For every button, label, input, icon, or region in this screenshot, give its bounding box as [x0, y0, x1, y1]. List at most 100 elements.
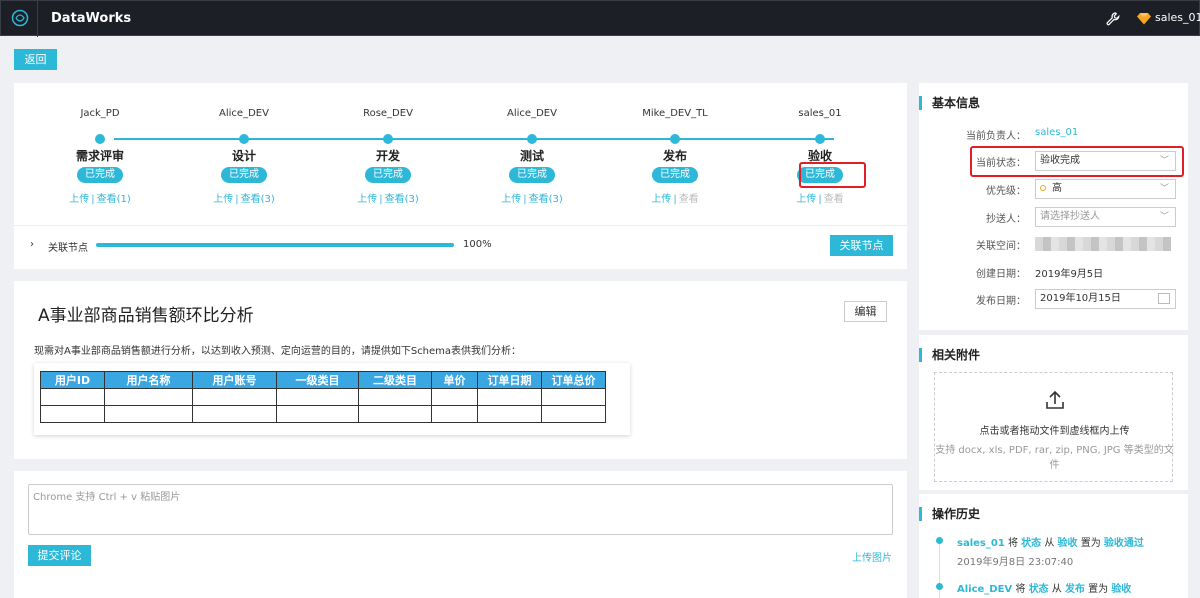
schema-column-header: 用户名称 — [104, 371, 193, 389]
view-link[interactable]: 查看(1) — [97, 194, 131, 205]
table-cell — [104, 388, 193, 406]
view-link[interactable]: 查看(3) — [385, 194, 419, 205]
history-to: 验收 — [1111, 584, 1132, 595]
link-separator: | — [91, 194, 95, 205]
top-bar: DataWorks sales_01 — [0, 0, 1200, 37]
top-divider — [37, 1, 38, 37]
chevron-right-icon[interactable]: › — [30, 239, 34, 250]
upload-link[interactable]: 上传 — [501, 194, 521, 205]
workflow-line — [114, 138, 834, 140]
step-status-badge: 已完成 — [509, 167, 555, 183]
view-link[interactable]: 查看 — [679, 194, 699, 205]
table-cell — [358, 405, 432, 423]
history-time: 2019年9月8日 23:07:40 — [957, 557, 1074, 568]
cc-select[interactable]: 请选择抄送人 ﹀ — [1035, 207, 1176, 227]
history-field: 状态 — [1021, 538, 1042, 549]
table-row — [40, 405, 606, 423]
step-links: 上传 | 查看 — [765, 190, 875, 205]
step-owner: sales_01 — [798, 108, 842, 119]
chevron-down-icon: ﹀ — [1159, 212, 1169, 222]
step-links: 上传 | 查看(3) — [477, 190, 587, 205]
dataworks-logo-icon[interactable] — [11, 9, 29, 27]
table-cell — [431, 388, 478, 406]
back-button[interactable]: 返回 — [14, 49, 57, 70]
step-dot — [670, 134, 680, 144]
annotation-highlight — [970, 146, 1184, 177]
step-owner: Mike_DEV_TL — [642, 108, 708, 119]
upload-link[interactable]: 上传 — [357, 194, 377, 205]
chevron-down-icon: ﹀ — [1159, 184, 1169, 194]
submit-comment-button[interactable]: 提交评论 — [28, 545, 91, 566]
view-link[interactable]: 查看(3) — [241, 194, 275, 205]
history-user[interactable]: sales_01 — [957, 538, 1005, 549]
schema-column-header: 订单日期 — [477, 371, 542, 389]
step-status-badge: 已完成 — [77, 167, 123, 183]
table-cell — [276, 388, 359, 406]
created-value: 2019年9月5日 — [1035, 269, 1104, 280]
upload-dropzone[interactable]: 点击或者拖动文件到虚线框内上传 支持 docx, xls, PDF, rar, … — [934, 372, 1174, 482]
owner-label: 当前负责人： — [966, 131, 1026, 142]
table-cell — [541, 405, 606, 423]
comment-input[interactable]: Chrome 支持 Ctrl + v 粘贴图片 — [28, 484, 893, 535]
table-cell — [541, 388, 606, 406]
history-word: 置为 — [1088, 584, 1109, 595]
history-text: sales_01 将 状态 从 验收 置为 验收通过 — [957, 534, 1144, 549]
table-cell — [104, 405, 193, 423]
link-separator: | — [379, 194, 383, 205]
edit-button[interactable]: 编辑 — [844, 301, 887, 322]
step-dot — [527, 134, 537, 144]
step-owner: Rose_DEV — [363, 108, 413, 119]
step-links: 上传 | 查看(3) — [189, 190, 299, 205]
step-status-badge: 已完成 — [652, 167, 698, 183]
attachments-title: 相关附件 — [919, 348, 980, 362]
dropzone-subtext: 支持 docx, xls, PDF, rar, zip, PNG, JPG 等类… — [935, 445, 1174, 471]
view-link[interactable]: 查看 — [824, 194, 844, 205]
upload-image-link[interactable]: 上传图片 — [852, 549, 892, 564]
cc-placeholder: 请选择抄送人 — [1040, 211, 1100, 222]
upload-link[interactable]: 上传 — [213, 194, 233, 205]
priority-value: 高 — [1052, 183, 1062, 194]
basic-info-card: 基本信息 当前负责人： sales_01 当前状态： 验收完成 ﹀ 优先级： 高… — [919, 83, 1188, 330]
basic-info-title: 基本信息 — [919, 96, 980, 110]
schema-column-header: 二级类目 — [358, 371, 432, 389]
priority-select[interactable]: 高 ﹀ — [1035, 179, 1176, 199]
link-separator: | — [818, 194, 822, 205]
progress-bar — [96, 243, 454, 247]
step-links: 上传 | 查看(3) — [333, 190, 443, 205]
related-nodes-button[interactable]: 关联节点 — [830, 235, 893, 256]
history-from: 发布 — [1064, 584, 1085, 595]
step-name: 开发 — [375, 149, 400, 163]
upload-link[interactable]: 上传 — [651, 194, 671, 205]
release-value: 2019年10月15日 — [1040, 293, 1121, 304]
step-dot — [383, 134, 393, 144]
upload-link[interactable]: 上传 — [796, 194, 816, 205]
history-user[interactable]: Alice_DEV — [957, 584, 1012, 595]
divider — [14, 225, 907, 226]
step-status-badge: 已完成 — [221, 167, 267, 183]
owner-value[interactable]: sales_01 — [1035, 127, 1078, 138]
progress-text: 100% — [463, 239, 492, 250]
table-cell — [431, 405, 478, 423]
table-cell — [358, 388, 432, 406]
view-link[interactable]: 查看(3) — [529, 194, 563, 205]
upload-link[interactable]: 上传 — [69, 194, 89, 205]
wrench-icon[interactable] — [1105, 11, 1121, 27]
step-status-badge: 已完成 — [365, 167, 411, 183]
blurred-space-value — [1035, 237, 1171, 251]
schema-table: 用户ID 用户名称 用户账号 一级类目 二级类目 单价 订单日期 订单总价 — [40, 371, 606, 423]
schema-table-image: 用户ID 用户名称 用户账号 一级类目 二级类目 单价 订单日期 订单总价 — [34, 363, 630, 435]
calendar-icon[interactable] — [1158, 293, 1170, 304]
current-user[interactable]: sales_01 — [1155, 11, 1200, 24]
space-label: 关联空间： — [976, 241, 1026, 252]
step-name: 需求评审 — [75, 149, 124, 163]
release-date-picker[interactable]: 2019年10月15日 — [1035, 289, 1176, 309]
history-word: 从 — [1044, 538, 1055, 549]
upload-icon — [1046, 390, 1064, 409]
table-cell — [40, 405, 105, 423]
history-word: 置为 — [1080, 538, 1101, 549]
table-cell — [192, 388, 277, 406]
created-label: 创建日期： — [976, 269, 1026, 280]
history-word: 将 — [1007, 538, 1018, 549]
comment-placeholder: Chrome 支持 Ctrl + v 粘贴图片 — [33, 492, 181, 503]
timeline-dot — [936, 583, 943, 590]
